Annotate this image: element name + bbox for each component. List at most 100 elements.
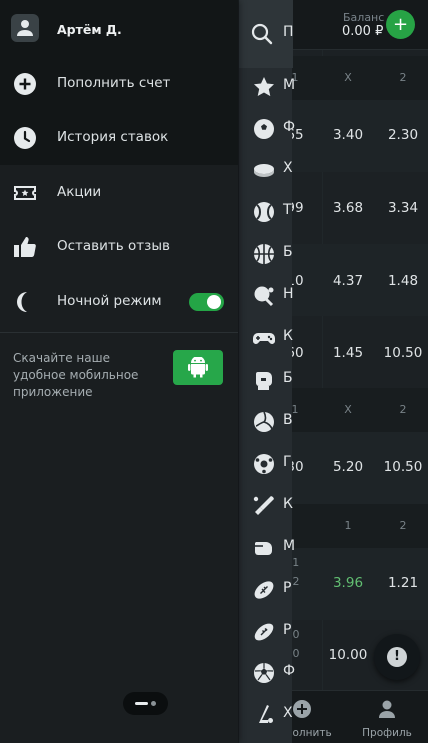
odds-cell: 2 [399, 403, 407, 416]
sport-item[interactable]: В [239, 401, 293, 443]
odds-cell[interactable]: 3.40 [323, 127, 373, 143]
sport-label: В [283, 412, 293, 428]
menu-feedback[interactable]: Оставить отзыв [0, 220, 238, 274]
plus-circle-icon [14, 73, 36, 95]
sport-item[interactable]: Х [239, 694, 293, 736]
sport-label: Ф [283, 663, 296, 679]
sport-item[interactable]: Т [239, 191, 293, 233]
sport-item[interactable]: Н [239, 275, 294, 317]
odds-cell: 2 [399, 519, 407, 532]
sport-label: Т [283, 202, 292, 218]
odds-row[interactable]: б 1 5 2 3.96 1.21 [282, 548, 428, 620]
rugby-ball-icon [254, 581, 274, 599]
sports-rail: М Ф Х Т Б Н К Б В Г К М Р Р Ф Х [238, 0, 296, 743]
sport-label: Б [283, 244, 293, 260]
odds-row[interactable]: 65 3.40 2.30 [286, 100, 428, 172]
android-download-button[interactable] [173, 350, 223, 385]
sport-label: Р [283, 622, 292, 638]
sport-label: Г [283, 454, 292, 470]
sport-item[interactable]: Ф [239, 652, 296, 694]
odds-cell[interactable]: 2.30 [378, 127, 428, 143]
menu-feedback-label: Оставить отзыв [57, 238, 170, 254]
odds-header-row: 1 2 [292, 504, 428, 548]
menu-promotions[interactable]: Акции [0, 166, 238, 220]
sport-item[interactable]: М [239, 66, 296, 108]
gamepad-icon [253, 333, 275, 344]
sport-item[interactable]: Ф [239, 108, 296, 150]
basketball-icon [254, 244, 274, 264]
cricket-bat-icon [253, 496, 274, 515]
page-dot-active [135, 702, 148, 705]
odds-cell[interactable]: 3.96 [323, 575, 373, 591]
odds-row[interactable]: 10 4.37 1.48 [286, 244, 428, 316]
ticket-icon [14, 186, 36, 200]
sport-label: Б [283, 370, 293, 386]
odds-row[interactable]: 99 3.68 3.34 [286, 172, 428, 244]
odds-cell[interactable]: 1.48 [378, 273, 428, 289]
hockey-puck-icon [254, 164, 274, 177]
sport-label: М [283, 538, 296, 554]
nav-profile-label: Профиль [362, 727, 412, 739]
sport-label: Р [283, 580, 292, 596]
volleyball-icon [254, 411, 274, 432]
odds-cell[interactable]: 4.37 [323, 273, 373, 289]
boxing-glove-icon [256, 372, 272, 390]
menu-promotions-label: Акции [57, 184, 102, 200]
odds-cell[interactable]: 10.50 [378, 345, 428, 361]
moon-icon [17, 292, 27, 312]
football-icon [254, 663, 274, 683]
odds-row[interactable]: 30 5.20 10.50 [286, 432, 428, 504]
odds-cell: X [344, 71, 352, 84]
odds-cell[interactable]: 10.50 [378, 459, 428, 475]
person-icon [17, 20, 33, 36]
add-funds-button[interactable]: + [386, 10, 415, 39]
futsal-ball-icon [254, 454, 274, 474]
person-icon [379, 700, 395, 718]
mma-glove-icon [255, 542, 272, 555]
odds-cell[interactable]: 3.34 [378, 200, 428, 216]
odds-cell[interactable]: 1.45 [323, 345, 373, 361]
sport-item[interactable]: К [239, 485, 293, 527]
sport-label: Ф [283, 119, 296, 135]
page-indicator [123, 692, 168, 715]
menu-bet-history-label: История ставок [57, 129, 169, 145]
menu-deposit-label: Пополнить счет [57, 75, 171, 91]
odds-cell: X [344, 403, 352, 416]
sport-label: К [283, 496, 293, 512]
search-icon [251, 23, 273, 45]
tennis-ball-icon [254, 202, 274, 222]
chat-button[interactable]: ! [374, 634, 420, 680]
thumbs-up-icon [14, 237, 36, 257]
sport-label: К [283, 328, 293, 344]
star-icon [254, 77, 274, 97]
menu-deposit[interactable]: Пополнить счет [0, 57, 238, 111]
sport-item[interactable]: Б [239, 233, 293, 275]
odds-row[interactable]: 60 1.45 10.50 [286, 316, 428, 388]
balance-label: Баланс [343, 11, 385, 24]
profile-row[interactable]: Артём Д. [0, 0, 238, 58]
odds-cell[interactable]: 1.21 [378, 575, 428, 591]
search-placeholder-fragment: П [283, 24, 294, 40]
sport-item[interactable]: М [239, 527, 296, 569]
odds-cell[interactable]: 10.00 [323, 647, 373, 663]
odds-cell: 2 [399, 71, 407, 84]
odds-cell[interactable]: 5.20 [323, 459, 373, 475]
sport-label: М [283, 77, 296, 93]
user-name: Артём Д. [57, 22, 122, 37]
plus-circle-icon [293, 700, 311, 718]
odds-header-row: 1 X 2 [292, 56, 428, 100]
sport-item[interactable]: Х [239, 149, 293, 191]
nav-profile[interactable]: Профиль [353, 691, 421, 743]
sport-item[interactable]: Г [239, 443, 293, 485]
clock-icon [14, 127, 36, 149]
app-promo-text: Скачайте наше удобное мобильное приложен… [13, 351, 139, 399]
sport-item[interactable]: Р [239, 569, 293, 611]
night-mode-toggle[interactable] [189, 293, 224, 311]
sport-item[interactable]: К [239, 317, 293, 359]
sport-item[interactable]: Б [239, 359, 293, 401]
menu-bet-history[interactable]: История ставок [0, 111, 238, 165]
odds-cell[interactable]: 3.68 [323, 200, 373, 216]
american-football-icon [254, 623, 274, 641]
sport-item[interactable]: Р [239, 611, 293, 653]
sport-label: Н [283, 286, 294, 302]
